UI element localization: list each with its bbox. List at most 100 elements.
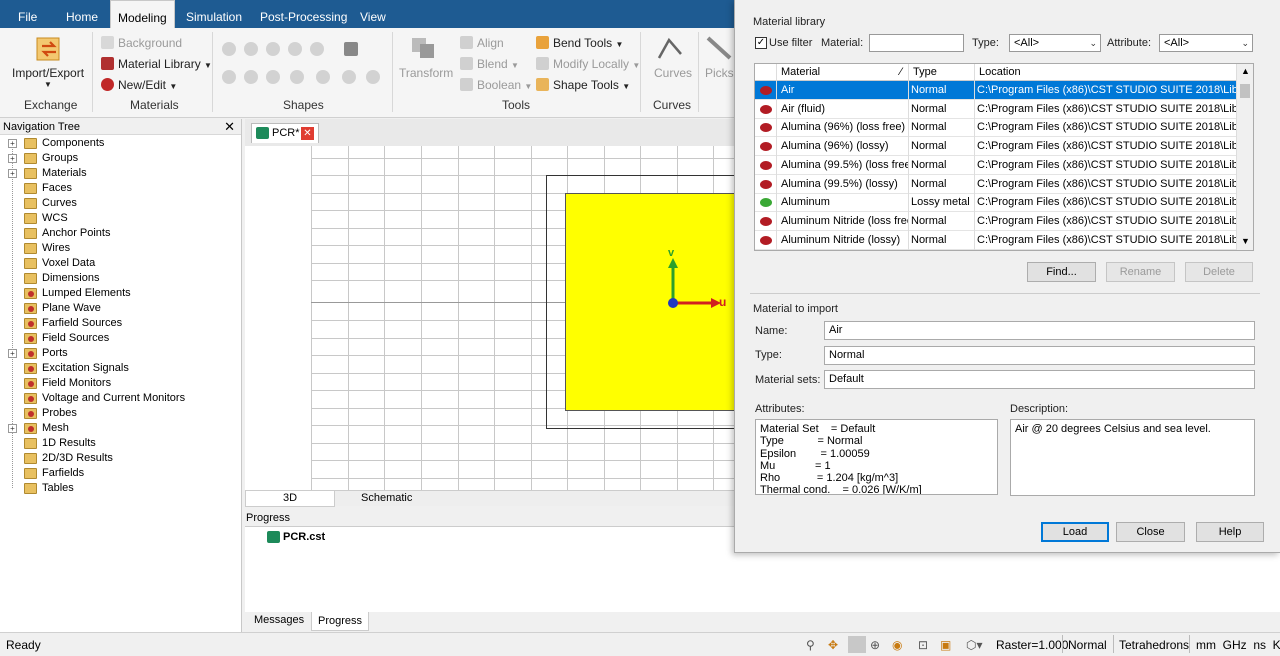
table-row[interactable]: Air (fluid) Normal C:\Program Files (x86)\… <box>755 99 1237 119</box>
tree-item[interactable]: Tables <box>0 481 240 496</box>
scroll-up-icon[interactable]: ▲ <box>1241 66 1250 76</box>
tree-item[interactable]: Probes <box>0 406 240 421</box>
bend-tools-button[interactable]: Bend Tools ▼ <box>536 36 623 50</box>
tree-item[interactable]: + Mesh <box>0 421 240 436</box>
torus-icon[interactable] <box>288 42 302 56</box>
tree-item[interactable]: 1D Results <box>0 436 240 451</box>
background-button[interactable]: Background <box>101 36 182 50</box>
tree-item[interactable]: Farfields <box>0 466 240 481</box>
delete-button[interactable]: Delete <box>1185 262 1253 282</box>
view-select-icon[interactable]: ⬡▾ <box>966 638 983 652</box>
menu-simulation[interactable]: Simulation <box>186 0 242 28</box>
box-icon[interactable]: ▣ <box>940 638 951 652</box>
material-library-button[interactable]: Material Library ▼ <box>101 57 212 71</box>
tree-item[interactable]: + Groups <box>0 151 240 166</box>
table-row[interactable]: Alumina (96%) (lossy) Normal C:\Program Fi… <box>755 137 1237 157</box>
tree-item[interactable]: + Components <box>0 136 240 151</box>
scroll-thumb[interactable] <box>1240 84 1250 98</box>
table-row[interactable]: Aluminum Lossy metal C:\Program Files (x86… <box>755 193 1237 213</box>
column-location[interactable]: Location <box>975 64 1237 81</box>
spin-icon[interactable]: ◉ <box>892 638 902 652</box>
shape-tools-button[interactable]: Shape Tools ▼ <box>536 78 630 92</box>
table-row[interactable]: Alumina (99.5%) (loss free) Normal C:\Prog… <box>755 155 1237 175</box>
tree-item[interactable]: Excitation Signals <box>0 361 240 376</box>
tree-item[interactable]: Wires <box>0 241 240 256</box>
menu-file[interactable]: File <box>18 0 37 28</box>
align-button[interactable]: Align <box>460 36 504 50</box>
attribute-filter-select[interactable]: <All> ⌄ <box>1159 34 1253 52</box>
table-row[interactable]: Aluminum Nitride (loss free) Normal C:\Pro… <box>755 211 1237 231</box>
shape-icon[interactable] <box>266 70 280 84</box>
transform-button[interactable]: Transform <box>399 66 453 80</box>
table-row[interactable]: Air Normal C:\Program Files (x86)\CST STUD… <box>755 81 1237 100</box>
extrude-icon[interactable] <box>344 42 358 56</box>
find-button[interactable]: Find... <box>1027 262 1096 282</box>
expand-icon[interactable]: + <box>8 424 17 433</box>
rotate-icon[interactable] <box>222 70 236 84</box>
tree-item[interactable]: Voxel Data <box>0 256 240 271</box>
picks-button[interactable]: Picks <box>705 66 734 80</box>
tree-item[interactable]: Field Sources <box>0 331 240 346</box>
tree-item[interactable]: + Ports <box>0 346 240 361</box>
column-type[interactable]: Type <box>909 64 975 81</box>
expand-icon[interactable]: + <box>8 169 17 178</box>
shape-icon[interactable] <box>342 70 356 84</box>
zoom-in-icon[interactable]: ⊕ <box>870 638 880 652</box>
sphere-icon[interactable] <box>244 42 258 56</box>
table-row[interactable]: Alumina (96%) (loss free) Normal C:\Progra… <box>755 118 1237 138</box>
material-filter-input[interactable] <box>869 34 964 52</box>
scroll-down-icon[interactable]: ▼ <box>1241 236 1250 246</box>
table-scrollbar[interactable]: ▲ ▼ <box>1236 64 1253 250</box>
material-sets-field[interactable]: Default <box>824 370 1255 389</box>
expand-icon[interactable]: + <box>8 154 17 163</box>
brick-icon[interactable] <box>222 42 236 56</box>
name-field[interactable]: Air <box>824 321 1255 340</box>
menu-view[interactable]: View <box>360 0 386 28</box>
close-icon[interactable]: ✕ <box>224 119 235 135</box>
tree-item[interactable]: Dimensions <box>0 271 240 286</box>
new-edit-button[interactable]: New/Edit ▼ <box>101 78 177 92</box>
attributes-text[interactable]: Material Set = Default Type = Normal Eps… <box>755 419 998 495</box>
tree-item[interactable]: 2D/3D Results <box>0 451 240 466</box>
tree-item[interactable]: Farfield Sources <box>0 316 240 331</box>
boolean-button[interactable]: Boolean ▼ <box>460 78 532 92</box>
column-material[interactable]: Material ⁄ <box>777 64 909 81</box>
close-button[interactable]: Close <box>1116 522 1185 542</box>
expand-icon[interactable]: + <box>8 349 17 358</box>
rotate-view-icon[interactable] <box>848 636 866 653</box>
load-button[interactable]: Load <box>1041 522 1109 542</box>
shape-icon[interactable] <box>366 70 380 84</box>
modify-locally-button[interactable]: Modify Locally ▼ <box>536 57 640 71</box>
table-row[interactable]: Aluminum Nitride (lossy) Normal C:\Program… <box>755 230 1237 250</box>
tree-item[interactable]: Anchor Points <box>0 226 240 241</box>
zoom-icon[interactable]: ⚲ <box>806 638 815 652</box>
description-text[interactable]: Air @ 20 degrees Celsius and sea level. <box>1010 419 1255 496</box>
tab-messages[interactable]: Messages <box>254 614 304 626</box>
menu-post-processing[interactable]: Post-Processing <box>260 0 347 28</box>
tree-item[interactable]: Curves <box>0 196 240 211</box>
menu-home[interactable]: Home <box>66 0 98 28</box>
3d-viewport[interactable]: v u <box>245 146 735 490</box>
type-field[interactable]: Normal <box>824 346 1255 365</box>
expand-icon[interactable]: + <box>8 139 17 148</box>
tree-item[interactable]: Field Monitors <box>0 376 240 391</box>
cylinder-icon[interactable] <box>310 42 324 56</box>
blend-button[interactable]: Blend ▼ <box>460 57 519 71</box>
close-icon[interactable]: ✕ <box>301 127 314 140</box>
tree-item[interactable]: Plane Wave <box>0 301 240 316</box>
tab-progress[interactable]: Progress <box>311 612 369 631</box>
tree-item[interactable]: Lumped Elements <box>0 286 240 301</box>
shape-icon[interactable] <box>290 70 304 84</box>
document-tab[interactable]: PCR* ✕ <box>251 123 319 143</box>
rename-button[interactable]: Rename <box>1106 262 1175 282</box>
help-button[interactable]: Help <box>1196 522 1264 542</box>
tree-item[interactable]: WCS <box>0 211 240 226</box>
pan-icon[interactable]: ✥ <box>828 638 838 652</box>
tree-item[interactable]: + Materials <box>0 166 240 181</box>
curves-button[interactable]: Curves <box>654 66 692 80</box>
menu-modeling[interactable]: Modeling <box>110 0 175 28</box>
import-export-button[interactable]: Import/Export <box>12 66 84 80</box>
tab-schematic[interactable]: Schematic <box>361 491 412 506</box>
shape-icon[interactable] <box>316 70 330 84</box>
tree-item[interactable]: Faces <box>0 181 240 196</box>
